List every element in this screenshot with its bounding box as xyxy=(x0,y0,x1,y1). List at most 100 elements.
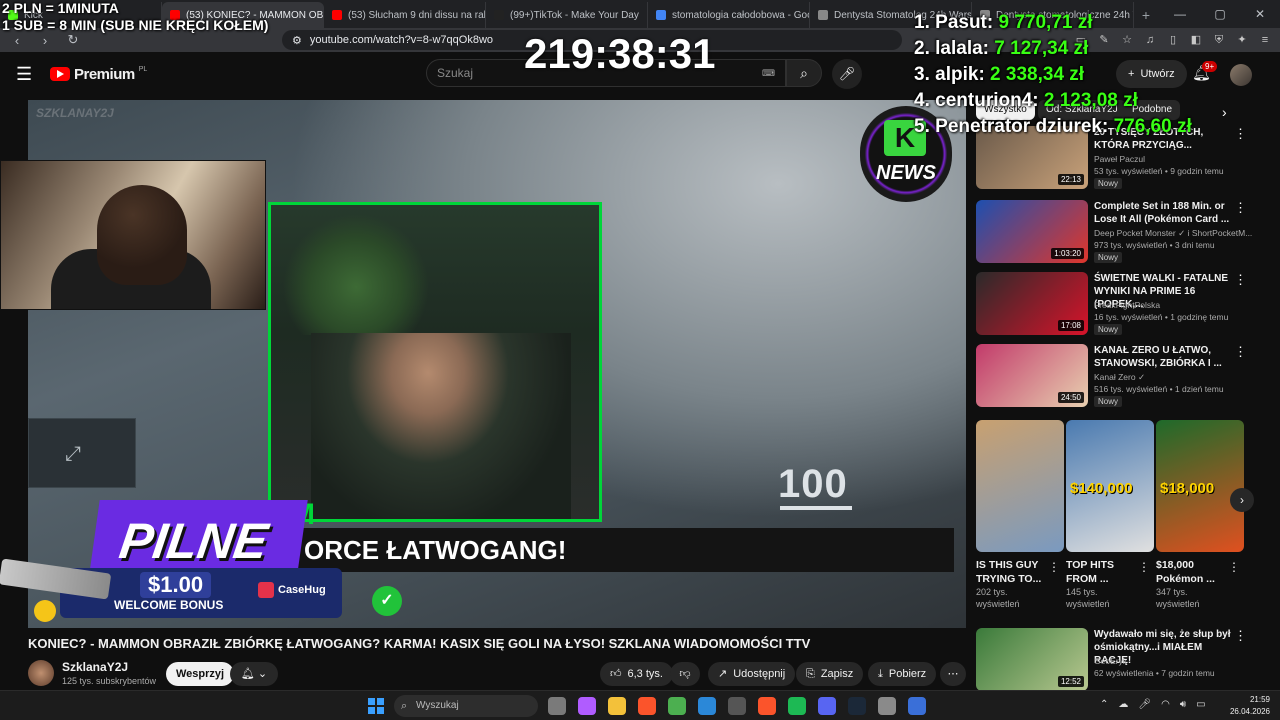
recommended-title[interactable]: KANAŁ ZERO U ŁATWO, STANOWSKI, ZBIÓRKA I… xyxy=(1094,344,1234,370)
browser-tab[interactable]: (53) Słucham 9 dni dissu na raka żeb xyxy=(324,2,486,28)
battery-icon[interactable]: ▭ xyxy=(1196,699,1205,710)
volume-icon[interactable]: 🔊︎ xyxy=(1180,699,1186,710)
leaderboard-name: alpik: xyxy=(935,64,985,85)
casehug-logo-icon xyxy=(258,582,274,598)
forward-icon[interactable]: › xyxy=(36,33,54,48)
browser-tab[interactable]: (99+)TikTok - Make Your Day xyxy=(486,2,648,28)
dislike-button[interactable]: 👎︎ xyxy=(670,662,700,686)
share-button[interactable]: ↗ Udostępnij xyxy=(708,662,796,686)
short-video[interactable]: IS THIS GUY TRYING TO... 202 tys. wyświet… xyxy=(976,420,1064,620)
hamburger-menu-icon[interactable]: ☰ xyxy=(16,64,40,85)
start-button[interactable] xyxy=(368,698,384,714)
short-video[interactable]: $140,000 TOP HITS FROM ... 145 tys. wyświe… xyxy=(1066,420,1154,620)
more-options-icon[interactable]: ⋮ xyxy=(1234,126,1247,142)
support-button[interactable]: Wesprzyj xyxy=(166,662,235,686)
brave-icon[interactable] xyxy=(638,697,656,715)
more-options-icon[interactable]: ⋮ xyxy=(1234,344,1247,360)
search-button[interactable]: ⌕ xyxy=(786,59,822,87)
leaderboard-rank: 5. xyxy=(914,116,930,137)
wifi-icon[interactable]: ◠ xyxy=(1161,699,1170,710)
taskbar-search[interactable]: ⌕ Wyszukaj xyxy=(394,695,538,717)
more-actions-button[interactable]: ⋯ xyxy=(940,662,966,686)
close-window-button[interactable]: ✕ xyxy=(1240,0,1280,28)
download-button[interactable]: ⤓ Pobierz xyxy=(868,662,937,686)
more-options-icon[interactable]: ⋮ xyxy=(1234,200,1247,216)
like-button[interactable]: 👍︎ 6,3 tys. xyxy=(600,662,673,686)
leaderboard-rank: 2. xyxy=(914,38,930,59)
file-explorer-icon[interactable] xyxy=(608,697,626,715)
video-watermark: SZKLANAY2J xyxy=(36,106,114,120)
app-icon[interactable] xyxy=(728,697,746,715)
account-avatar[interactable] xyxy=(1230,64,1252,86)
leaderboard-row: 3. alpik: 2 338,34 zł xyxy=(914,62,1192,88)
recommended-channel[interactable]: GeoEryk xyxy=(1094,656,1254,666)
clock[interactable]: 21:59 26.04.2026 xyxy=(1230,694,1270,718)
short-thumbnail[interactable] xyxy=(976,420,1064,552)
recommended-channel[interactable]: FreakFightPolska xyxy=(1094,300,1254,310)
leaderboard-amount: 7 127,34 zł xyxy=(994,38,1089,59)
more-options-icon[interactable]: ⋮ xyxy=(1048,560,1060,574)
settings-icon[interactable] xyxy=(878,697,896,715)
recommended-video[interactable]: 24:50 KANAŁ ZERO U ŁATWO, STANOWSKI, ZBIÓ… xyxy=(976,344,1266,410)
recommended-video[interactable]: 17:08 ŚWIETNE WALKI - FATALNE WYNIKI NA P… xyxy=(976,272,1266,338)
more-options-icon[interactable]: ⋮ xyxy=(1138,560,1150,574)
youtube-premium-logo[interactable]: Premium PL xyxy=(50,66,147,83)
more-options-icon[interactable]: ⋮ xyxy=(1234,628,1247,644)
copilot-icon[interactable] xyxy=(578,697,596,715)
channel-name[interactable]: SzklanaY2J xyxy=(62,660,128,674)
mic-tray-icon[interactable]: 🎤︎ xyxy=(1138,699,1151,710)
shield-icon[interactable]: ⛨ xyxy=(1212,33,1226,47)
chrome-icon[interactable] xyxy=(668,697,686,715)
short-title[interactable]: $18,000 Pokémon ... xyxy=(1156,558,1226,586)
short-title[interactable]: TOP HITS FROM ... xyxy=(1066,558,1136,586)
leaderboard-row: 2. lalala: 7 127,34 zł xyxy=(914,36,1192,62)
chevron-up-icon[interactable]: ⌃ xyxy=(1100,699,1108,710)
recommended-channel[interactable]: Kanał Zero ✓ xyxy=(1094,372,1254,383)
brand-text: CaseHug xyxy=(278,584,326,596)
bonus-label: WELCOME BONUS xyxy=(114,598,224,612)
recommended-channel[interactable]: Paweł Paczul xyxy=(1094,154,1254,164)
video-thumbnail[interactable]: 17:08 xyxy=(976,272,1088,335)
subscription-bell-button[interactable]: 🔔︎ ⌄ xyxy=(230,662,278,686)
recommended-meta: 516 tys. wyświetleń • 1 dzień temu xyxy=(1094,384,1224,394)
recommended-meta: 973 tys. wyświetleń • 3 dni temu xyxy=(1094,240,1215,250)
shorts-next-button[interactable]: › xyxy=(1230,488,1254,512)
channel-avatar[interactable] xyxy=(28,660,54,686)
recommended-title[interactable]: Complete Set in 188 Min. or Lose It All … xyxy=(1094,200,1234,226)
short-thumbnail[interactable]: $18,000 xyxy=(1156,420,1244,552)
short-title[interactable]: IS THIS GUY TRYING TO... xyxy=(976,558,1046,586)
save-button[interactable]: ⎘ Zapisz xyxy=(796,662,864,686)
extensions-icon[interactable]: ✦ xyxy=(1235,33,1249,47)
recommended-video[interactable]: 1:03:20 Complete Set in 188 Min. or Lose … xyxy=(976,200,1266,266)
video-thumbnail[interactable]: 1:03:20 xyxy=(976,200,1088,263)
keyboard-icon[interactable]: ⌨ xyxy=(762,68,775,79)
browser-tab[interactable]: stomatologia całodobowa - Google xyxy=(648,2,810,28)
app-icon[interactable] xyxy=(908,697,926,715)
site-info-icon[interactable]: ⚙ xyxy=(292,34,302,47)
menu-icon[interactable]: ≡ xyxy=(1258,33,1272,47)
more-options-icon[interactable]: ⋮ xyxy=(1234,272,1247,288)
spotify-icon[interactable] xyxy=(788,697,806,715)
short-video[interactable]: $18,000 $18,000 Pokémon ... 347 tys. wyświ… xyxy=(1156,420,1244,620)
recommended-video[interactable]: 12:52 Wydawało mi się, że słup był ośmiok… xyxy=(976,628,1266,694)
maximize-button[interactable]: ▢ xyxy=(1200,0,1240,28)
more-options-icon[interactable]: ⋮ xyxy=(1228,560,1240,574)
task-view-icon[interactable] xyxy=(548,697,566,715)
cloud-icon[interactable]: ☁ xyxy=(1118,699,1128,710)
brave-active-icon[interactable] xyxy=(758,697,776,715)
steam-icon[interactable] xyxy=(848,697,866,715)
back-icon[interactable]: ‹ xyxy=(8,33,26,48)
voice-search-button[interactable]: 🎤︎ xyxy=(832,59,862,89)
new-badge: Nowy xyxy=(1094,178,1123,189)
share-label: Udostępnij xyxy=(733,668,786,680)
short-thumbnail[interactable]: $140,000 xyxy=(1066,420,1154,552)
recommended-channel[interactable]: Deep Pocket Monster ✓ i ShortPocketM... xyxy=(1094,228,1254,239)
video-thumbnail[interactable]: 12:52 xyxy=(976,628,1088,691)
discord-icon[interactable] xyxy=(818,697,836,715)
video-thumbnail[interactable]: 24:50 xyxy=(976,344,1088,407)
shorts-shelf: IS THIS GUY TRYING TO... 202 tys. wyświet… xyxy=(976,420,1248,620)
store-icon[interactable] xyxy=(698,697,716,715)
short-views: 145 tys. wyświetleń xyxy=(1066,587,1110,609)
chips-next-icon[interactable]: › xyxy=(1222,104,1227,120)
reload-icon[interactable]: ↻ xyxy=(64,32,82,48)
